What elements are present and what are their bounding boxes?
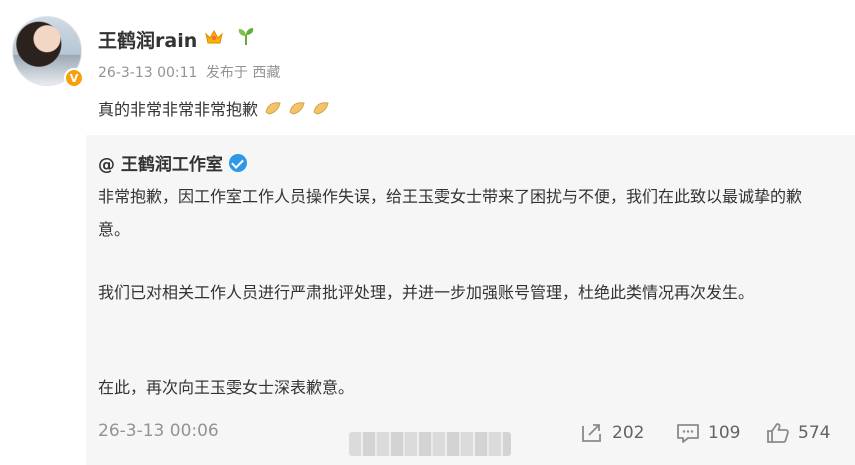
hand-emoji-icon	[289, 102, 305, 115]
post-timestamp[interactable]: 26-3-13 00:11	[98, 65, 197, 81]
sprout-icon	[238, 28, 254, 45]
blue-verified-icon	[228, 153, 247, 172]
post-meta: 26-3-13 00:11 发布于 西藏	[98, 62, 284, 82]
username[interactable]: 王鹤润rain	[98, 26, 197, 53]
repost-timestamp[interactable]: 26-3-13 00:06	[98, 421, 219, 441]
like-count: 574	[798, 423, 831, 443]
redacted-text	[349, 432, 511, 456]
comment-button[interactable]: 109	[676, 420, 740, 446]
repost-icon	[582, 424, 601, 442]
verified-badge-icon: V	[64, 68, 84, 88]
like-icon	[767, 423, 789, 443]
repost-author-name[interactable]: @ 王鹤润工作室	[98, 150, 223, 175]
post-text: 真的非常非常非常抱歉	[98, 96, 330, 120]
post-source: 发布于 西藏	[205, 65, 281, 81]
like-button[interactable]: 574	[766, 420, 830, 446]
repost-paragraph: 非常抱歉，因工作室工作人员操作失误，给王玉雯女士带来了困扰与不便，我们在此致以最…	[98, 187, 803, 239]
repost-count: 202	[612, 423, 645, 443]
comment-icon	[677, 424, 699, 443]
comment-count: 109	[708, 423, 741, 443]
repost-author[interactable]: @ 王鹤润工作室	[98, 150, 247, 175]
post-text-body: 真的非常非常非常抱歉	[98, 100, 259, 119]
hand-emoji-icon	[265, 102, 281, 115]
repost-paragraph: 在此，再次向王玉雯女士深表歉意。	[98, 378, 355, 397]
repost-paragraph: 我们已对相关工作人员进行严肃批评处理，并进一步加强账号管理，杜绝此类情况再次发生…	[98, 283, 755, 302]
hand-emoji-icon	[313, 102, 329, 115]
crown-icon	[205, 29, 223, 44]
repost-button[interactable]: 202	[580, 420, 644, 446]
